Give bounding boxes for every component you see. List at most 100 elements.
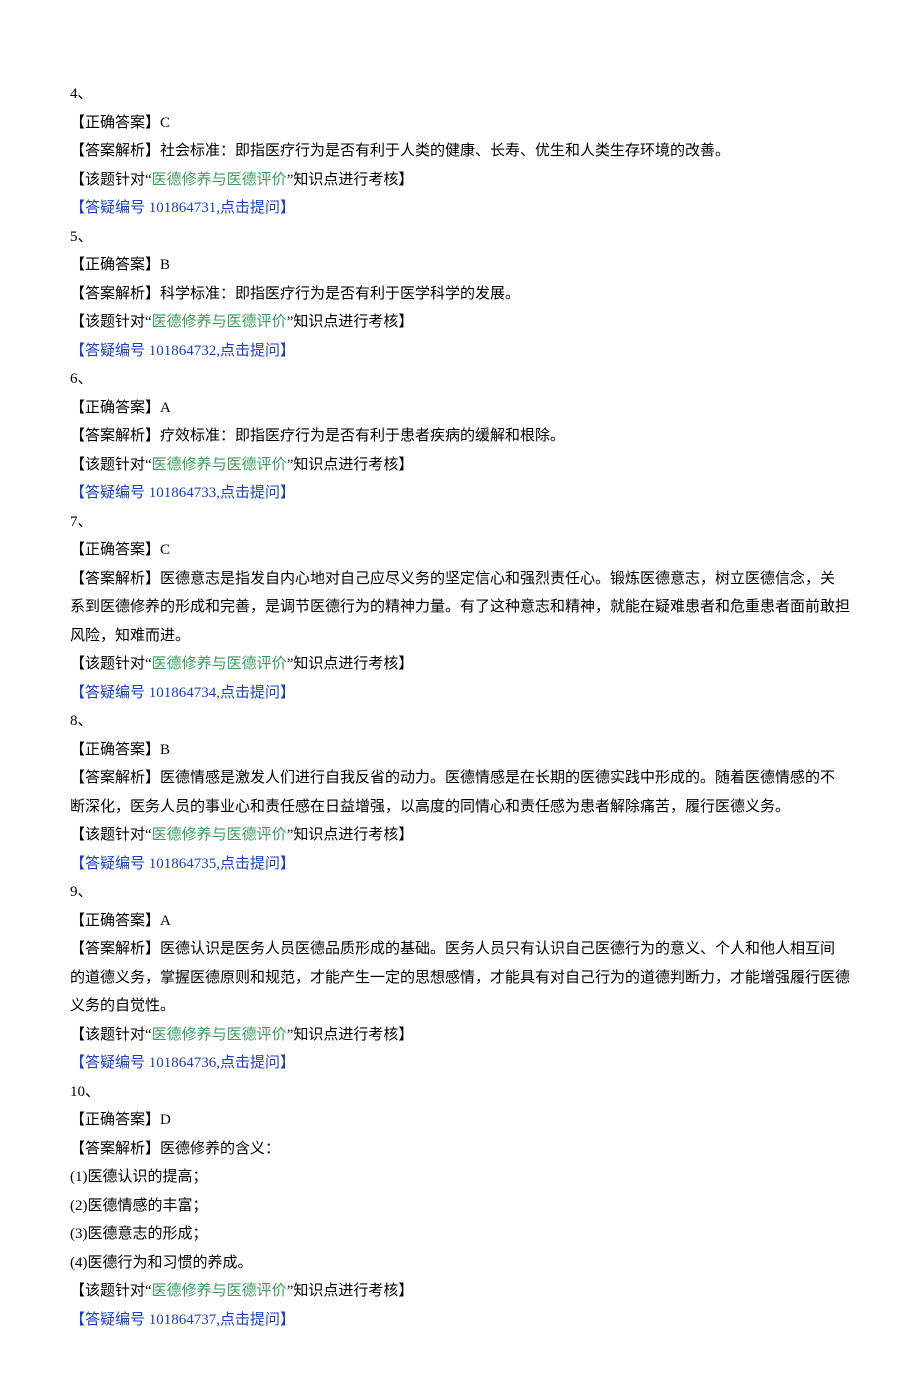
topic-line: 【该题针对“医德修养与医德评价”知识点进行考核】 xyxy=(70,1021,850,1050)
analysis-line: 【答案解析】医德情感是激发人们进行自我反省的动力。医德情感是在长期的医德实践中形… xyxy=(70,764,850,821)
analysis-line: 【答案解析】社会标准：即指医疗行为是否有利于人类的健康、长寿、优生和人类生存环境… xyxy=(70,137,850,166)
document-page: 4、【正确答案】C【答案解析】社会标准：即指医疗行为是否有利于人类的健康、长寿、… xyxy=(0,0,920,1374)
correct-answer-line: 【正确答案】A xyxy=(70,394,850,423)
topic-prefix: 【该题针对“ xyxy=(70,656,152,672)
topic-name: 医德修养与医德评价 xyxy=(152,1283,287,1299)
qa-link[interactable]: 【答疑编号 101864733,点击提问】 xyxy=(70,479,850,508)
topic-suffix: ”知识点进行考核】 xyxy=(287,1027,414,1043)
topic-prefix: 【该题针对“ xyxy=(70,172,152,188)
qa-suffix: 】 xyxy=(280,343,295,359)
topic-name: 医德修养与医德评价 xyxy=(152,656,287,672)
topic-suffix: ”知识点进行考核】 xyxy=(287,457,414,473)
question-number: 8、 xyxy=(70,707,850,736)
qa-prefix: 【答疑编号 xyxy=(70,485,149,501)
topic-suffix: ”知识点进行考核】 xyxy=(287,1283,414,1299)
qa-suffix: 】 xyxy=(280,485,295,501)
analysis-text: 医德意志是指发自内心地对自己应尽义务的坚定信心和强烈责任心。锻炼医德意志，树立医… xyxy=(70,571,850,644)
qa-prefix: 【答疑编号 xyxy=(70,1055,149,1071)
topic-suffix: ”知识点进行考核】 xyxy=(287,172,414,188)
qa-suffix: 】 xyxy=(280,856,295,872)
qa-link[interactable]: 【答疑编号 101864735,点击提问】 xyxy=(70,850,850,879)
qa-action: 点击提问 xyxy=(220,343,280,359)
qa-suffix: 】 xyxy=(280,685,295,701)
topic-line: 【该题针对“医德修养与医德评价”知识点进行考核】 xyxy=(70,1277,850,1306)
correct-answer-value: A xyxy=(160,913,171,929)
correct-answer-label: 【正确答案】 xyxy=(70,913,160,929)
qa-id: 101864731 xyxy=(149,200,217,216)
analysis-text: 疗效标准：即指医疗行为是否有利于患者疾病的缓解和根除。 xyxy=(160,428,565,444)
correct-answer-line: 【正确答案】D xyxy=(70,1106,850,1135)
qa-id: 101864732 xyxy=(149,343,217,359)
analysis-label: 【答案解析】 xyxy=(70,286,160,302)
topic-prefix: 【该题针对“ xyxy=(70,827,152,843)
qa-action: 点击提问 xyxy=(220,1312,280,1328)
qa-link[interactable]: 【答疑编号 101864736,点击提问】 xyxy=(70,1049,850,1078)
qa-suffix: 】 xyxy=(280,1312,295,1328)
topic-suffix: ”知识点进行考核】 xyxy=(287,827,414,843)
question-number: 7、 xyxy=(70,508,850,537)
correct-answer-label: 【正确答案】 xyxy=(70,542,160,558)
analysis-line: 【答案解析】医德意志是指发自内心地对自己应尽义务的坚定信心和强烈责任心。锻炼医德… xyxy=(70,565,850,651)
topic-name: 医德修养与医德评价 xyxy=(152,827,287,843)
qa-suffix: 】 xyxy=(280,1055,295,1071)
topic-line: 【该题针对“医德修养与医德评价”知识点进行考核】 xyxy=(70,308,850,337)
analysis-line: 【答案解析】医德认识是医务人员医德品质形成的基础。医务人员只有认识自己医德行为的… xyxy=(70,935,850,1021)
analysis-label: 【答案解析】 xyxy=(70,770,160,786)
analysis-subitem: (4)医德行为和习惯的养成。 xyxy=(70,1249,850,1278)
topic-name: 医德修养与医德评价 xyxy=(152,457,287,473)
question-number: 5、 xyxy=(70,223,850,252)
qa-prefix: 【答疑编号 xyxy=(70,343,149,359)
qa-id: 101864737 xyxy=(149,1312,217,1328)
analysis-text: 科学标准：即指医疗行为是否有利于医学科学的发展。 xyxy=(160,286,520,302)
correct-answer-value: A xyxy=(160,400,171,416)
qa-prefix: 【答疑编号 xyxy=(70,856,149,872)
analysis-subitem: (3)医德意志的形成； xyxy=(70,1220,850,1249)
analysis-text: 医德修养的含义： xyxy=(160,1141,280,1157)
analysis-label: 【答案解析】 xyxy=(70,1141,160,1157)
correct-answer-label: 【正确答案】 xyxy=(70,257,160,273)
question-number: 9、 xyxy=(70,878,850,907)
correct-answer-value: D xyxy=(160,1112,171,1128)
analysis-line: 【答案解析】疗效标准：即指医疗行为是否有利于患者疾病的缓解和根除。 xyxy=(70,422,850,451)
qa-id: 101864735 xyxy=(149,856,217,872)
topic-name: 医德修养与医德评价 xyxy=(152,1027,287,1043)
question-number: 4、 xyxy=(70,80,850,109)
correct-answer-label: 【正确答案】 xyxy=(70,400,160,416)
qa-prefix: 【答疑编号 xyxy=(70,685,149,701)
topic-prefix: 【该题针对“ xyxy=(70,1027,152,1043)
topic-line: 【该题针对“医德修养与医德评价”知识点进行考核】 xyxy=(70,166,850,195)
qa-link[interactable]: 【答疑编号 101864732,点击提问】 xyxy=(70,337,850,366)
correct-answer-line: 【正确答案】B xyxy=(70,251,850,280)
topic-suffix: ”知识点进行考核】 xyxy=(287,656,414,672)
topic-line: 【该题针对“医德修养与医德评价”知识点进行考核】 xyxy=(70,451,850,480)
analysis-text: 医德认识是医务人员医德品质形成的基础。医务人员只有认识自己医德行为的意义、个人和… xyxy=(70,941,850,1014)
qa-link[interactable]: 【答疑编号 101864737,点击提问】 xyxy=(70,1306,850,1335)
qa-action: 点击提问 xyxy=(220,1055,280,1071)
qa-link[interactable]: 【答疑编号 101864731,点击提问】 xyxy=(70,194,850,223)
question-number: 10、 xyxy=(70,1078,850,1107)
correct-answer-line: 【正确答案】B xyxy=(70,736,850,765)
correct-answer-label: 【正确答案】 xyxy=(70,742,160,758)
analysis-text: 医德情感是激发人们进行自我反省的动力。医德情感是在长期的医德实践中形成的。随着医… xyxy=(70,770,835,815)
correct-answer-value: C xyxy=(160,542,170,558)
qa-prefix: 【答疑编号 xyxy=(70,1312,149,1328)
qa-prefix: 【答疑编号 xyxy=(70,200,149,216)
analysis-label: 【答案解析】 xyxy=(70,571,160,587)
correct-answer-value: B xyxy=(160,257,170,273)
qa-id: 101864734 xyxy=(149,685,217,701)
qa-action: 点击提问 xyxy=(220,856,280,872)
topic-suffix: ”知识点进行考核】 xyxy=(287,314,414,330)
topic-line: 【该题针对“医德修养与医德评价”知识点进行考核】 xyxy=(70,821,850,850)
question-number: 6、 xyxy=(70,365,850,394)
qa-id: 101864733 xyxy=(149,485,217,501)
analysis-line: 【答案解析】科学标准：即指医疗行为是否有利于医学科学的发展。 xyxy=(70,280,850,309)
qa-link[interactable]: 【答疑编号 101864734,点击提问】 xyxy=(70,679,850,708)
correct-answer-line: 【正确答案】C xyxy=(70,109,850,138)
correct-answer-line: 【正确答案】A xyxy=(70,907,850,936)
analysis-subitem: (2)医德情感的丰富； xyxy=(70,1192,850,1221)
correct-answer-line: 【正确答案】C xyxy=(70,536,850,565)
topic-name: 医德修养与医德评价 xyxy=(152,314,287,330)
qa-action: 点击提问 xyxy=(220,685,280,701)
qa-action: 点击提问 xyxy=(220,485,280,501)
topic-prefix: 【该题针对“ xyxy=(70,314,152,330)
